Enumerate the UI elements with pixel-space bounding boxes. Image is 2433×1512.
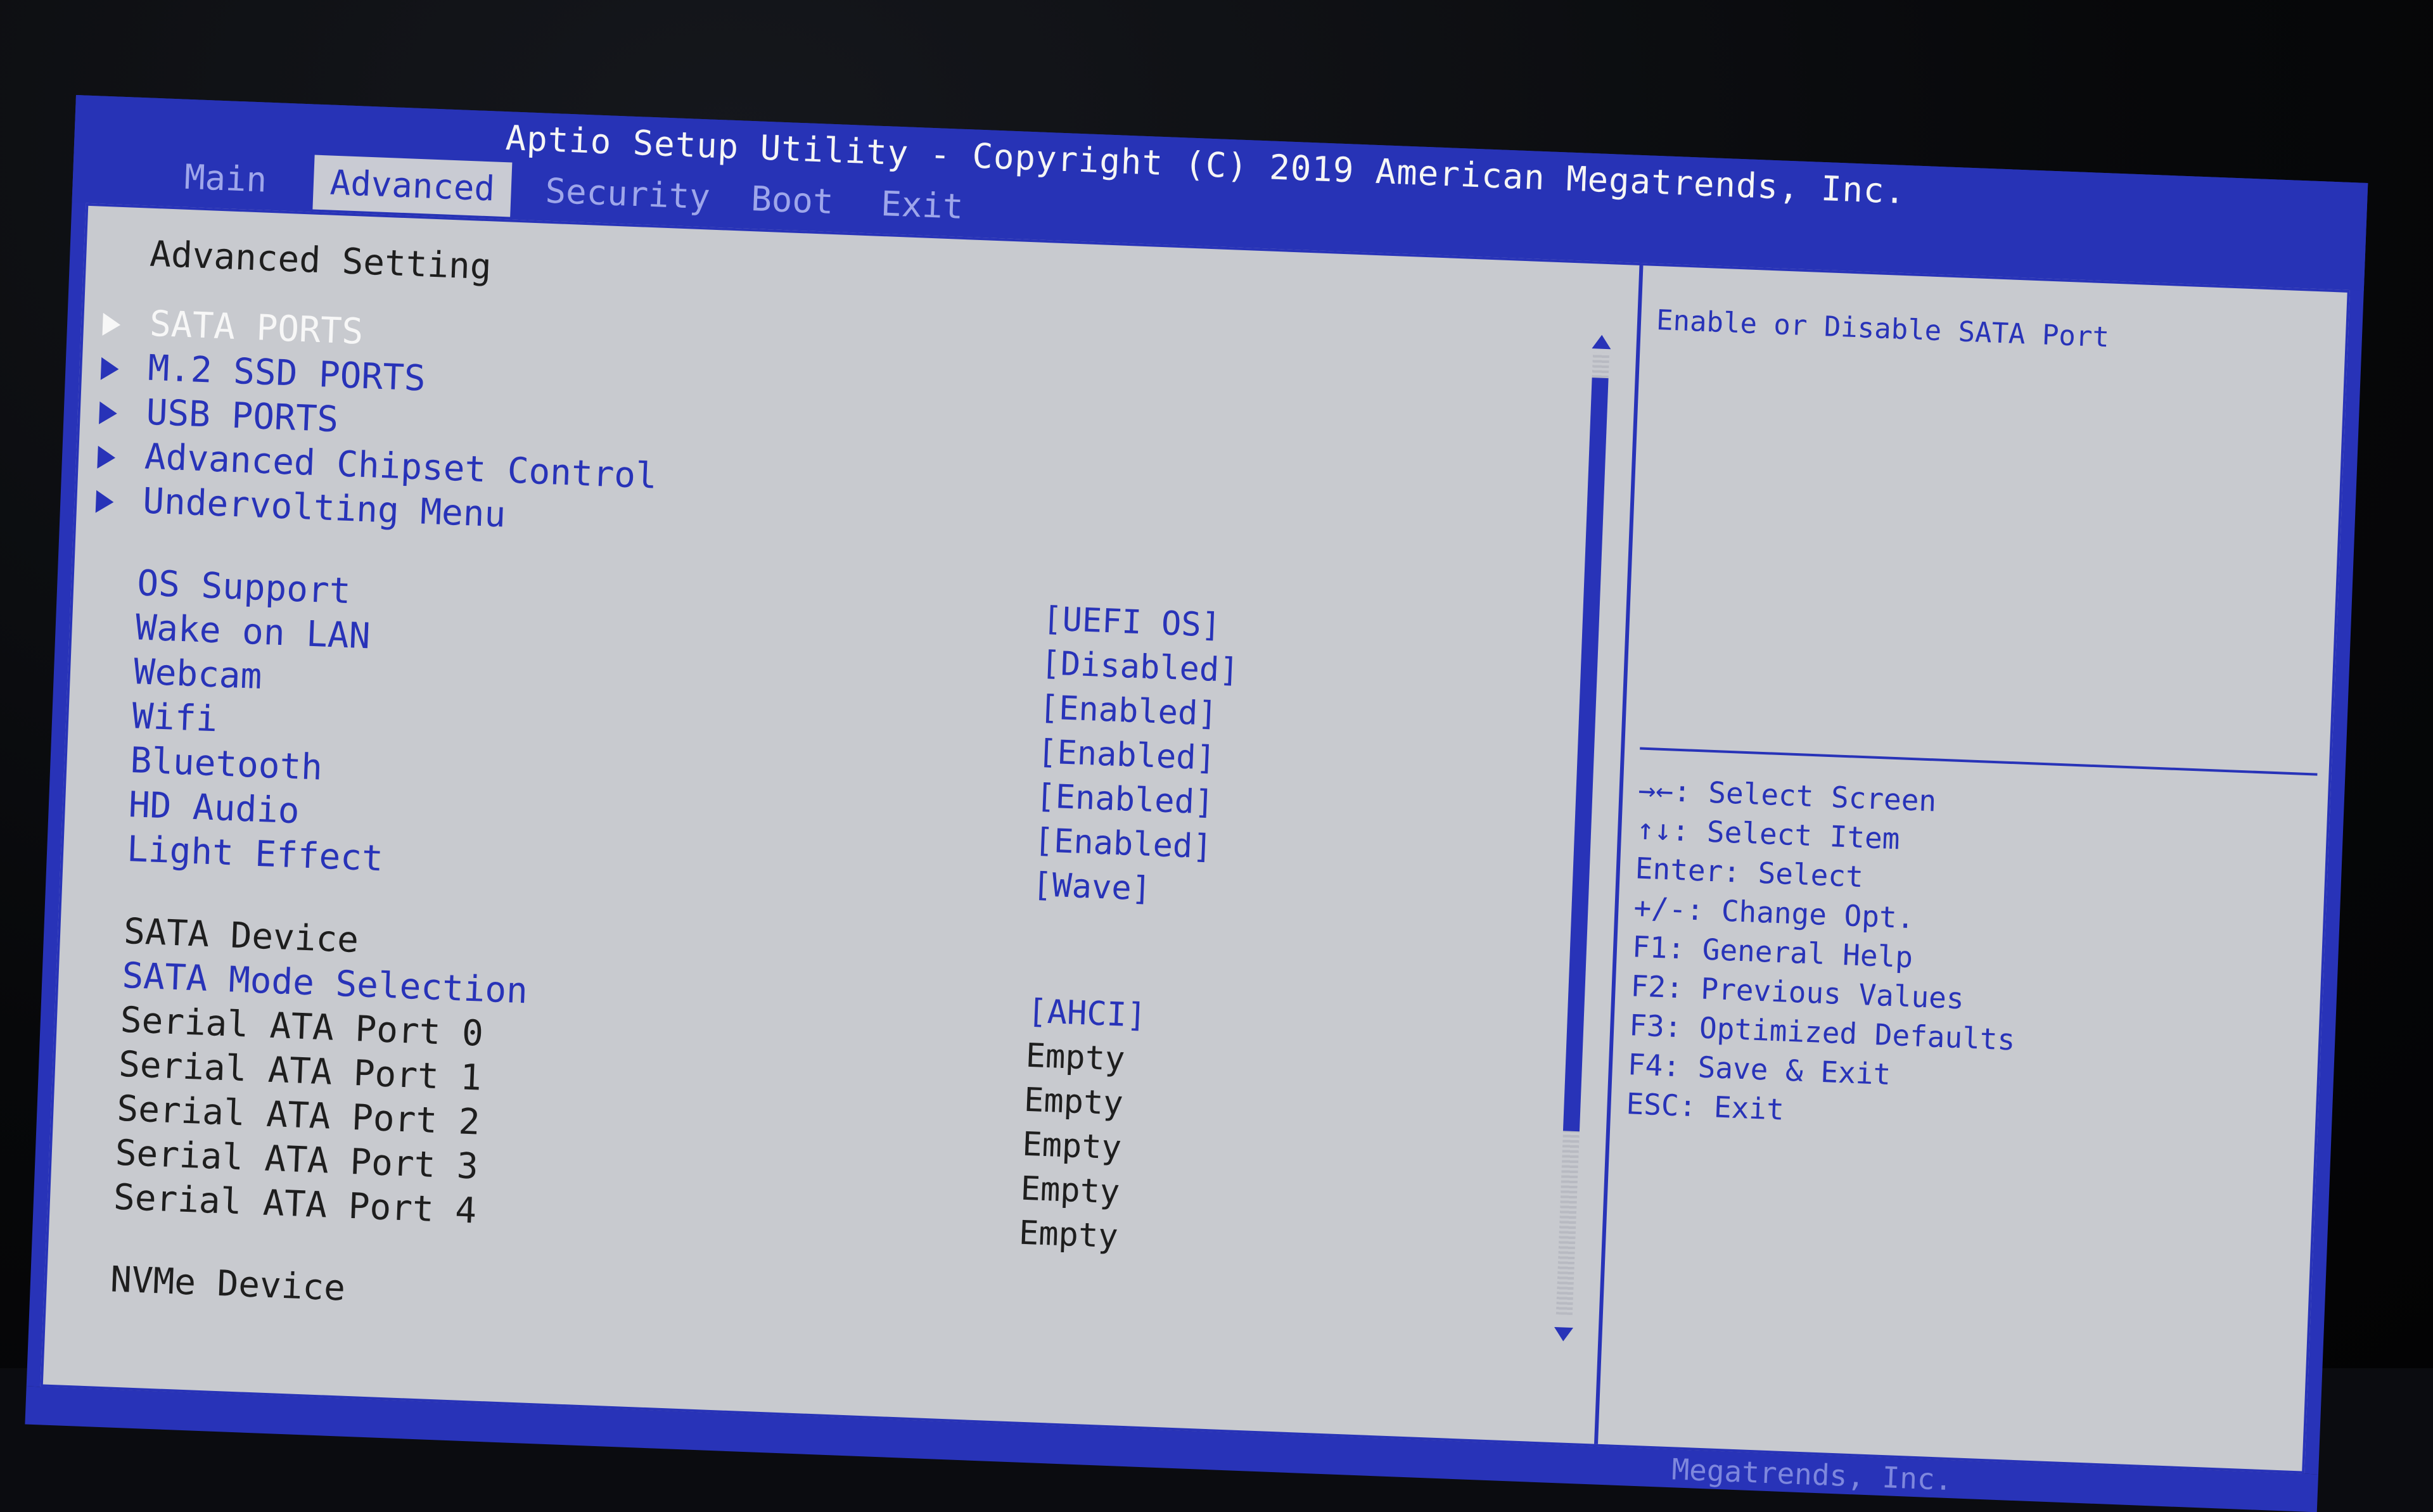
main-panel: Advanced Setting SATA PORTS M.2 SSD PORT… xyxy=(40,203,2350,1474)
option-wifi-value[interactable]: [Enabled] xyxy=(1037,733,1216,778)
tab-security[interactable]: Security xyxy=(528,163,727,226)
key-hint-enter: Enter: Select xyxy=(1634,851,1864,894)
submenu-label: USB PORTS xyxy=(145,391,340,441)
sata-device-heading: SATA Device xyxy=(123,910,360,962)
arrow-right-icon xyxy=(97,445,116,469)
option-wake-on-lan-value[interactable]: [Disabled] xyxy=(1040,644,1240,690)
option-bluetooth[interactable]: Bluetooth xyxy=(129,740,323,789)
help-separator xyxy=(1640,747,2318,776)
submenu-usb-ports[interactable]: USB PORTS xyxy=(99,390,340,440)
key-hint-esc: ESC: Exit xyxy=(1625,1086,1785,1127)
sata-port-0-value: Empty xyxy=(1025,1036,1126,1079)
scroll-up-arrow-icon[interactable] xyxy=(1592,334,1612,350)
arrow-right-icon xyxy=(99,401,118,425)
sata-port-4-value: Empty xyxy=(1018,1214,1119,1256)
bios-screen: Aptio Setup Utility - Copyright (C) 2019… xyxy=(25,95,2368,1512)
option-os-support[interactable]: OS Support xyxy=(136,562,351,612)
help-description: Enable or Disable SATA Port xyxy=(1656,304,2110,354)
key-hint-select-item: ↑↓: Select Item xyxy=(1636,811,1901,856)
option-hd-audio-value[interactable]: [Enabled] xyxy=(1033,822,1213,867)
key-hint-f4: F4: Save & Exit xyxy=(1627,1047,1892,1092)
option-light-effect-value[interactable]: [Wave] xyxy=(1031,866,1152,908)
key-hint-f2: F2: Previous Values xyxy=(1630,969,1965,1016)
scroll-down-arrow-icon[interactable] xyxy=(1554,1326,1574,1342)
key-hint-select-screen: →←: Select Screen xyxy=(1637,772,1938,818)
option-webcam-value[interactable]: [Enabled] xyxy=(1038,689,1218,734)
tab-advanced[interactable]: Advanced xyxy=(312,155,513,217)
sata-port-1-value: Empty xyxy=(1023,1081,1124,1123)
option-sata-mode-value[interactable]: [AHCI] xyxy=(1026,993,1147,1035)
option-hd-audio[interactable]: HD Audio xyxy=(128,784,300,832)
submenu-sata-ports[interactable]: SATA PORTS xyxy=(102,302,364,353)
option-os-support-value[interactable]: [UEFI OS] xyxy=(1042,600,1222,645)
submenu-label: SATA PORTS xyxy=(148,303,364,353)
option-wifi[interactable]: Wifi xyxy=(131,696,218,740)
arrow-right-icon xyxy=(100,357,120,381)
help-pane: Enable or Disable SATA Port →←: Select S… xyxy=(1598,265,2350,1471)
page-title: Advanced Setting xyxy=(149,233,492,288)
sata-port-2-value: Empty xyxy=(1021,1125,1123,1167)
footer-copyright: Megatrends, Inc. xyxy=(1671,1452,1953,1497)
key-hint-change-opt: +/-: Change Opt. xyxy=(1633,890,1915,936)
option-webcam[interactable]: Webcam xyxy=(133,651,263,697)
submenu-label: M.2 SSD PORTS xyxy=(147,347,426,400)
option-wake-on-lan[interactable]: Wake on LAN xyxy=(135,607,371,657)
tab-boot[interactable]: Boot xyxy=(734,171,851,230)
arrow-right-icon xyxy=(102,312,121,336)
option-light-effect[interactable]: Light Effect xyxy=(126,829,384,879)
option-bluetooth-value[interactable]: [Enabled] xyxy=(1035,777,1215,822)
tab-exit[interactable]: Exit xyxy=(864,176,981,235)
settings-pane: Advanced Setting SATA PORTS M.2 SSD PORT… xyxy=(43,206,1602,1442)
tab-main[interactable]: Main xyxy=(167,149,284,208)
nvme-device-heading: NVMe Device xyxy=(110,1259,347,1309)
arrow-right-icon xyxy=(95,490,115,514)
sata-port-3-value: Empty xyxy=(1019,1169,1121,1212)
key-hint-f1: F1: General Help xyxy=(1632,929,1914,975)
photo-background: Aptio Setup Utility - Copyright (C) 2019… xyxy=(0,0,2433,1512)
